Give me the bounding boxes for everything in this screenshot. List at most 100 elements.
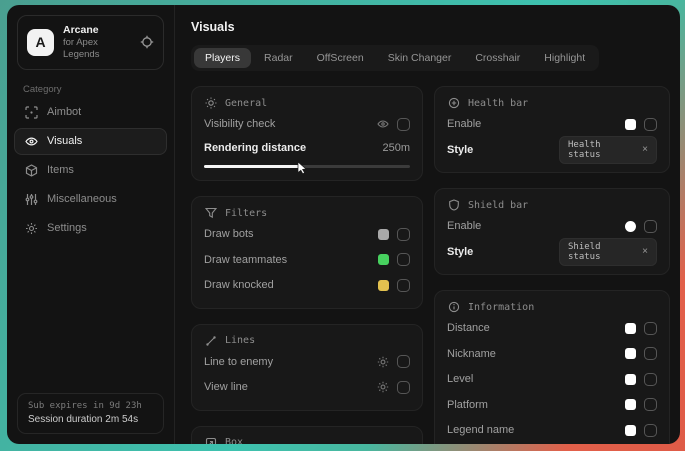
app-subtitle: for Apex Legends	[63, 37, 131, 61]
sidebar-item-aimbot[interactable]: Aimbot	[14, 99, 167, 126]
category-label: Category	[23, 84, 174, 95]
nickname-checkbox[interactable]	[644, 347, 657, 360]
page-title: Visuals	[191, 20, 670, 34]
shield-enable-checkbox[interactable]	[644, 220, 657, 233]
sidebar-item-visuals[interactable]: Visuals	[14, 128, 167, 155]
visuals-icon	[24, 135, 38, 148]
color-swatch[interactable]	[625, 119, 636, 130]
row-shield-enable: Enable	[447, 216, 657, 237]
sidebar-item-miscellaneous[interactable]: Miscellaneous	[14, 186, 167, 213]
tab-highlight[interactable]: Highlight	[533, 48, 596, 68]
level-checkbox[interactable]	[644, 373, 657, 386]
panel-title: Lines	[225, 335, 255, 346]
row-visibility-check: Visibility check	[204, 114, 410, 135]
color-swatch[interactable]	[378, 280, 389, 291]
remove-tag-icon[interactable]: ×	[642, 247, 648, 257]
app-logo: A	[27, 29, 54, 56]
tab-players[interactable]: Players	[194, 48, 251, 68]
tab-skin-changer[interactable]: Skin Changer	[377, 48, 463, 68]
left-column: General Visibility check	[191, 86, 423, 444]
sub-expires-text: Sub expires in 9d 23h	[28, 401, 153, 411]
color-swatch[interactable]	[378, 229, 389, 240]
row-label: Rendering distance	[204, 142, 306, 154]
tab-bar: Players Radar OffScreen Skin Changer Cro…	[191, 45, 599, 71]
row-label: Draw bots	[204, 228, 254, 240]
row-label: Visibility check	[204, 118, 275, 130]
panel-general: General Visibility check	[191, 86, 423, 181]
sidebar-item-label: Miscellaneous	[47, 193, 117, 205]
sidebar-item-settings[interactable]: Settings	[14, 215, 167, 242]
box-icon	[204, 437, 217, 445]
row-label: Enable	[447, 118, 481, 130]
panel-health-bar: Health bar Enable Style Health status	[434, 86, 670, 173]
row-label: Distance	[447, 322, 490, 334]
shield-icon	[447, 199, 460, 211]
info-icon	[447, 301, 460, 313]
row-nickname: Nickname	[447, 344, 657, 365]
app-header-card: A Arcane for Apex Legends	[17, 15, 164, 70]
color-swatch[interactable]	[378, 254, 389, 265]
tag-label: Health status	[568, 140, 634, 160]
legend-name-checkbox[interactable]	[644, 424, 657, 437]
health-icon	[447, 97, 460, 109]
line-to-enemy-checkbox[interactable]	[397, 355, 410, 368]
subscription-card: Sub expires in 9d 23h Session duration 2…	[17, 393, 164, 434]
sidebar: A Arcane for Apex Legends Category	[7, 5, 175, 444]
row-health-style: Style Health status ×	[447, 140, 657, 161]
sidebar-item-label: Visuals	[47, 135, 82, 147]
platform-checkbox[interactable]	[644, 398, 657, 411]
rendering-distance-slider[interactable]	[204, 165, 410, 168]
remove-tag-icon[interactable]: ×	[642, 145, 648, 155]
panel-shield-bar: Shield bar Enable Style Shield status	[434, 188, 670, 275]
color-swatch[interactable]	[625, 323, 636, 334]
panel-lines: Lines Line to enemy	[191, 324, 423, 411]
shield-style-select[interactable]: Shield status ×	[559, 238, 657, 266]
view-line-checkbox[interactable]	[397, 381, 410, 394]
panel-title: Filters	[225, 208, 267, 219]
row-label: Style	[447, 246, 473, 258]
draw-knocked-checkbox[interactable]	[397, 279, 410, 292]
gear-icon[interactable]	[377, 381, 389, 393]
color-swatch[interactable]	[625, 374, 636, 385]
sidebar-nav: Aimbot Visuals Items	[7, 99, 174, 242]
right-column: Health bar Enable Style Health status	[434, 86, 670, 444]
row-rendering-distance: Rendering distance 250m	[204, 138, 410, 159]
draw-teammates-checkbox[interactable]	[397, 253, 410, 266]
color-swatch[interactable]	[625, 425, 636, 436]
panel-box: Box Enable Enable background	[191, 426, 423, 445]
row-draw-bots: Draw bots	[204, 224, 410, 245]
health-enable-checkbox[interactable]	[644, 118, 657, 131]
main-content: Visuals Players Radar OffScreen Skin Cha…	[175, 5, 680, 444]
items-icon	[24, 164, 38, 177]
scope-icon[interactable]	[140, 35, 154, 49]
row-line-to-enemy: Line to enemy	[204, 352, 410, 373]
mouse-cursor-icon	[297, 161, 307, 179]
color-swatch[interactable]	[625, 221, 636, 232]
color-swatch[interactable]	[625, 348, 636, 359]
draw-bots-checkbox[interactable]	[397, 228, 410, 241]
panel-title: Health bar	[468, 98, 528, 109]
tab-offscreen[interactable]: OffScreen	[306, 48, 375, 68]
row-label: Draw knocked	[204, 279, 274, 291]
sidebar-item-items[interactable]: Items	[14, 157, 167, 184]
tab-radar[interactable]: Radar	[253, 48, 304, 68]
tab-crosshair[interactable]: Crosshair	[464, 48, 531, 68]
aimbot-icon	[24, 106, 38, 119]
row-draw-knocked: Draw knocked	[204, 275, 410, 296]
row-view-line: View line	[204, 377, 410, 398]
sidebar-item-label: Items	[47, 164, 74, 176]
color-swatch[interactable]	[625, 399, 636, 410]
panel-information: Information Distance Nickname	[434, 290, 670, 444]
row-platform: Platform	[447, 395, 657, 416]
line-icon	[204, 335, 217, 347]
tag-label: Shield status	[568, 242, 634, 262]
gear-icon[interactable]	[377, 356, 389, 368]
visibility-check-checkbox[interactable]	[397, 118, 410, 131]
panel-title: Information	[468, 302, 534, 313]
eye-icon[interactable]	[377, 118, 389, 130]
panel-title: Box	[225, 437, 243, 444]
distance-checkbox[interactable]	[644, 322, 657, 335]
health-style-select[interactable]: Health status ×	[559, 136, 657, 164]
app-window: A Arcane for Apex Legends Category	[7, 5, 680, 444]
row-label: Draw teammates	[204, 254, 287, 266]
